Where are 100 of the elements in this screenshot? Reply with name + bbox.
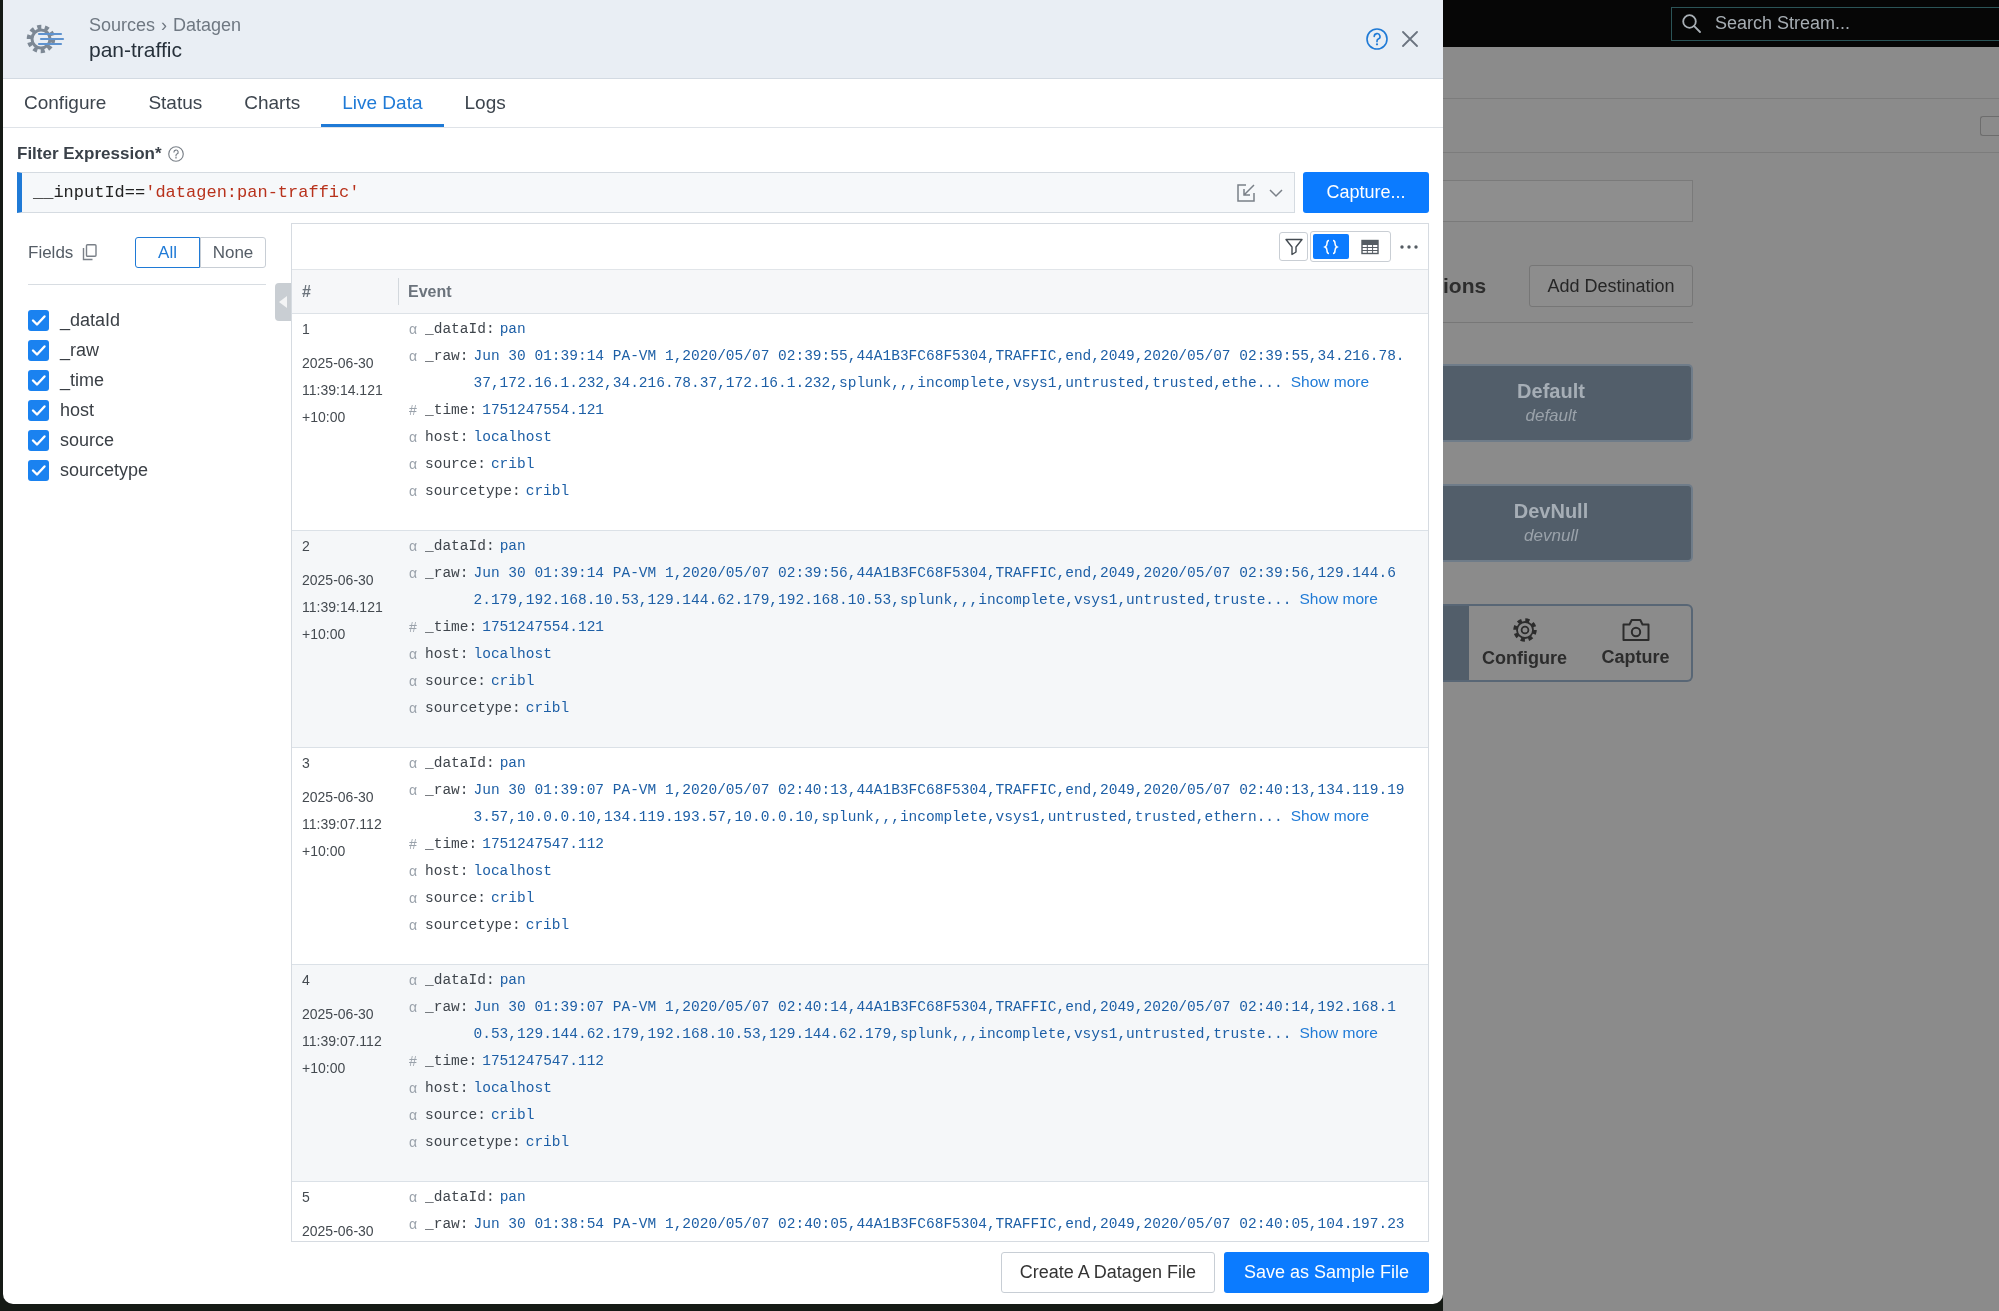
field-value: Jun 30 01:39:07 PA-VM 1,2020/05/07 02:40:14,44A1B3FC68F5304,TRAFFIC,end,2049,2020/05/07 02:40:14,192.168.10.53,129.144.62.179,192.168.10.53,129.144.62.179,splunk,,,incomplete,vsys1,untrusted,truste... Show more bbox=[473, 998, 1397, 1044]
close-icon[interactable] bbox=[1402, 31, 1418, 47]
event-timestamp: 2025-06-30 11:39:14.121 +10:00 bbox=[302, 572, 383, 642]
destination-id: devnull bbox=[1524, 525, 1578, 547]
field-name: _raw bbox=[60, 339, 99, 361]
field-type-glyph: α bbox=[409, 999, 418, 1015]
field-key: source: bbox=[425, 451, 486, 478]
add-destination-button[interactable]: Add Destination bbox=[1529, 265, 1693, 307]
field-type-glyph: α bbox=[409, 700, 418, 716]
action-button[interactable]: Capture bbox=[1580, 606, 1691, 680]
footer-button[interactable]: Create A Datagen File bbox=[1000, 1252, 1215, 1293]
action-button[interactable]: Configure bbox=[1469, 606, 1580, 680]
event-number: 3 bbox=[302, 755, 310, 771]
field-label: Filter Expression* bbox=[17, 144, 162, 164]
text-field[interactable] bbox=[1443, 180, 1693, 222]
field-type-glyph: α bbox=[409, 1189, 418, 1205]
breadcrumb-link[interactable]: Datagen bbox=[173, 14, 242, 36]
event-timestamp: 2025-06-30 bbox=[302, 1223, 374, 1239]
tab[interactable]: Configure bbox=[3, 79, 128, 127]
search-icon bbox=[1682, 13, 1701, 33]
field-key: _raw: bbox=[425, 777, 469, 804]
field-value: Jun 30 01:39:14 PA-VM 1,2020/05/07 02:39:55,44A1B3FC68F5304,TRAFFIC,end,2049,2020/05/07 02:39:55,34.216.78.37,172.16.1.232,34.216.78.37,172.16.1.232,splunk,,,incomplete,vsys1,untrusted,trusted,ethe... Show more bbox=[473, 347, 1406, 393]
modal-title: pan-traffic bbox=[89, 37, 183, 63]
field-type-glyph: # bbox=[409, 1053, 417, 1069]
field-key: _time: bbox=[425, 1048, 478, 1075]
json-view-button[interactable] bbox=[1313, 234, 1349, 259]
field-key: _dataId: bbox=[425, 533, 495, 560]
checkbox[interactable] bbox=[28, 309, 49, 331]
field-value: cribl bbox=[525, 699, 570, 718]
field-value: Jun 30 01:39:07 PA-VM 1,2020/05/07 02:40:13,44A1B3FC68F5304,TRAFFIC,end,2049,2020/05/07 02:40:13,134.119.193.57,10.0.0.10,134.119.193.57,10.0.0.10,splunk,,,incomplete,vsys1,untrusted,trusted,ethern... Show more bbox=[473, 781, 1406, 827]
control-fragment bbox=[1980, 115, 1999, 136]
breadcrumb-link[interactable]: Sources bbox=[89, 14, 156, 36]
show-more-link[interactable]: Show more bbox=[1299, 590, 1378, 607]
tab[interactable]: Charts bbox=[223, 79, 322, 127]
copy-icon[interactable] bbox=[82, 244, 98, 261]
section-heading: ions bbox=[1443, 274, 1487, 298]
field-key: sourcetype: bbox=[425, 478, 521, 505]
field-type-glyph: α bbox=[409, 917, 418, 933]
field-name: sourcetype bbox=[60, 459, 149, 481]
checkbox[interactable] bbox=[28, 459, 49, 481]
show-more-link[interactable]: Show more bbox=[1290, 373, 1370, 390]
help-icon[interactable] bbox=[1366, 28, 1388, 50]
footer-button[interactable]: Save as Sample File bbox=[1223, 1252, 1429, 1293]
field-value: pan bbox=[499, 971, 526, 990]
field-value: cribl bbox=[525, 482, 570, 501]
toggle-option[interactable]: All bbox=[135, 237, 200, 268]
toggle-option[interactable]: None bbox=[200, 237, 266, 268]
field-key: host: bbox=[425, 1075, 469, 1102]
collapse-handle[interactable] bbox=[275, 283, 291, 321]
help-icon[interactable] bbox=[167, 146, 184, 162]
field-type-glyph: α bbox=[409, 972, 418, 988]
field-key: sourcetype: bbox=[425, 912, 521, 939]
field-key: _time: bbox=[425, 397, 478, 424]
field-value: pan bbox=[499, 537, 526, 556]
capture-button[interactable]: Capture... bbox=[1303, 172, 1429, 213]
column-header: Event bbox=[408, 282, 452, 301]
camera-icon bbox=[1621, 618, 1650, 642]
event-number: 5 bbox=[302, 1189, 310, 1205]
field-value: 1751247547.112 bbox=[482, 1052, 605, 1071]
expand-icon[interactable] bbox=[1236, 182, 1256, 203]
braces-icon bbox=[1323, 238, 1339, 255]
tab[interactable]: Status bbox=[127, 79, 224, 127]
destination-id: default bbox=[1525, 405, 1577, 427]
checkbox[interactable] bbox=[28, 429, 49, 451]
checkbox[interactable] bbox=[28, 369, 49, 391]
field-name: source bbox=[60, 429, 115, 451]
field-name: _dataId bbox=[60, 309, 121, 331]
checkbox[interactable] bbox=[28, 339, 49, 361]
field-key: _raw: bbox=[425, 343, 469, 370]
column-header: # bbox=[302, 282, 311, 301]
search-field[interactable]: Search Stream... bbox=[1671, 6, 1999, 41]
field-key: _dataId: bbox=[425, 1184, 495, 1211]
show-more-link[interactable]: Show more bbox=[1290, 807, 1370, 824]
field-key: _time: bbox=[425, 831, 478, 858]
breadcrumb-separator: › bbox=[161, 14, 168, 36]
field-value: 1751247554.121 bbox=[482, 401, 605, 420]
field-key: _raw: bbox=[425, 1211, 469, 1238]
field-value: cribl bbox=[490, 889, 535, 908]
filter-expression-field[interactable]: __inputId=='datagen:pan-traffic' bbox=[17, 172, 1295, 213]
field-type-glyph: α bbox=[409, 538, 418, 554]
filter-button[interactable] bbox=[1279, 232, 1308, 261]
field-type-glyph: # bbox=[409, 402, 417, 418]
caret-left-icon bbox=[279, 296, 287, 308]
field-key: source: bbox=[425, 1102, 486, 1129]
field-key: sourcetype: bbox=[425, 695, 521, 722]
tab[interactable]: Live Data bbox=[321, 79, 444, 127]
show-more-link[interactable]: Show more bbox=[1299, 1024, 1378, 1041]
field-value: pan bbox=[499, 754, 526, 773]
tab[interactable]: Logs bbox=[443, 79, 527, 127]
field-key: _dataId: bbox=[425, 967, 495, 994]
more-icon bbox=[1400, 244, 1418, 249]
field-key: _raw: bbox=[425, 994, 469, 1021]
field-type-glyph: α bbox=[409, 890, 418, 906]
field-type-glyph: α bbox=[409, 646, 418, 662]
event-number: 1 bbox=[302, 321, 310, 337]
field-type-glyph: # bbox=[409, 836, 417, 852]
field-name: _time bbox=[60, 369, 104, 391]
checkbox[interactable] bbox=[28, 399, 49, 421]
field-key: host: bbox=[425, 424, 469, 451]
event-timestamp: 2025-06-30 11:39:07.112 +10:00 bbox=[302, 1006, 382, 1076]
